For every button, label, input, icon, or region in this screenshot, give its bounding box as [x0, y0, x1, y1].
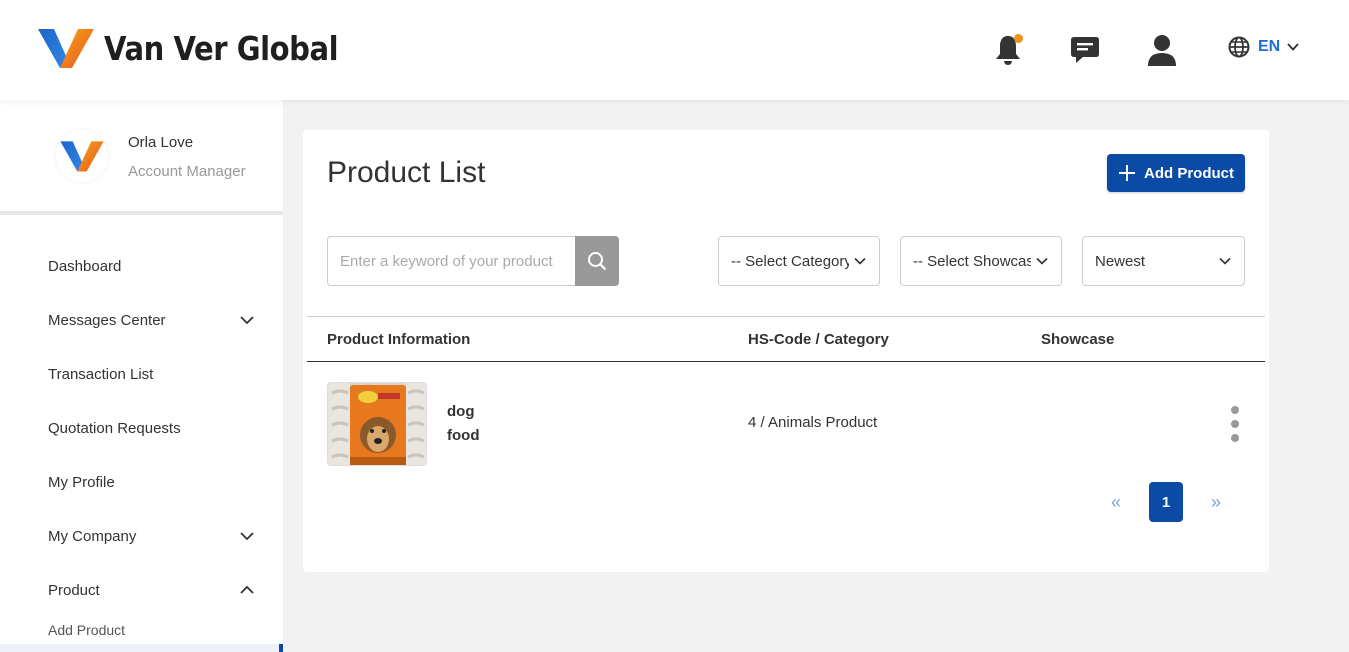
product-thumbnail[interactable]	[327, 382, 427, 466]
sidebar-subitem-add-product[interactable]: Add Product	[0, 617, 283, 643]
sidebar-item-label: My Company	[48, 527, 137, 545]
showcase-select-value: -- Select Showcase	[913, 252, 1031, 270]
category-select[interactable]: -- Select Category	[718, 236, 880, 286]
search-button[interactable]	[575, 236, 619, 286]
chevron-down-icon	[1036, 257, 1048, 265]
product-name-line: dog	[447, 403, 475, 420]
sidebar-item-label: My Profile	[48, 473, 115, 491]
add-product-button[interactable]: Add Product	[1107, 154, 1245, 192]
sort-select[interactable]: Newest	[1082, 236, 1245, 286]
notifications-button[interactable]	[990, 30, 1026, 70]
sidebar-item-label: Messages Center	[48, 311, 166, 329]
kebab-dot	[1231, 406, 1239, 414]
chevron-down-icon	[1219, 257, 1231, 265]
messages-button[interactable]	[1067, 30, 1103, 70]
sidebar-item-transaction-list[interactable]: Transaction List	[0, 347, 283, 401]
account-button[interactable]	[1144, 30, 1180, 70]
pagination-page-current[interactable]: 1	[1149, 482, 1183, 522]
search-input[interactable]	[327, 236, 575, 286]
chevron-down-icon	[854, 257, 866, 265]
sidebar-item-my-company[interactable]: My Company	[0, 509, 283, 563]
chevron-down-icon	[240, 316, 254, 325]
globe-icon	[1228, 36, 1250, 58]
sidebar-item-label: Dashboard	[48, 257, 122, 275]
sidebar-item-my-profile[interactable]: My Profile	[0, 455, 283, 509]
table-row: dog food 4 / Animals Product	[327, 382, 1245, 466]
brand-name: Van Ver Global	[104, 28, 339, 68]
product-name-line: food	[447, 427, 480, 444]
column-header-product-information: Product Information	[327, 331, 471, 348]
search-icon	[588, 252, 607, 271]
plus-icon	[1119, 165, 1135, 181]
sidebar-subitem-active[interactable]	[0, 644, 283, 652]
sidebar-item-product[interactable]: Product	[0, 563, 283, 617]
search-bar	[327, 236, 619, 286]
add-product-label: Add Product	[1144, 164, 1234, 182]
chat-icon	[1071, 37, 1099, 63]
column-header-hs-code-category: HS-Code / Category	[748, 331, 889, 348]
sort-select-value: Newest	[1095, 252, 1146, 270]
product-category: 4 / Animals Product	[748, 414, 878, 431]
sidebar-item-quotation-requests[interactable]: Quotation Requests	[0, 401, 283, 455]
kebab-dot	[1231, 434, 1239, 442]
chevron-up-icon	[240, 585, 254, 594]
showcase-select[interactable]: -- Select Showcase	[900, 236, 1062, 286]
column-header-showcase: Showcase	[1041, 331, 1115, 348]
sidebar: Orla Love Account Manager Dashboard Mess…	[0, 100, 283, 652]
kebab-dot	[1231, 420, 1239, 428]
user-role: Account Manager	[128, 163, 246, 180]
profile-card: Orla Love Account Manager	[0, 100, 283, 215]
page-title: Product List	[327, 156, 486, 189]
sidebar-nav: Dashboard Messages Center Transaction Li…	[0, 239, 283, 643]
sidebar-item-messages-center[interactable]: Messages Center	[0, 293, 283, 347]
brand[interactable]: Van Ver Global	[38, 26, 370, 70]
row-actions-button[interactable]	[1227, 406, 1243, 442]
language-code: EN	[1258, 38, 1281, 55]
top-header: Van Ver Global EN	[0, 0, 1349, 100]
pagination-next[interactable]: »	[1211, 492, 1221, 513]
sidebar-item-label: Quotation Requests	[48, 419, 181, 437]
sidebar-item-label: Product	[48, 581, 100, 599]
language-selector[interactable]: EN	[1228, 36, 1300, 58]
chevron-down-icon	[1287, 43, 1299, 51]
sidebar-item-label: Transaction List	[48, 365, 154, 383]
user-name: Orla Love	[128, 134, 194, 151]
dog-food-bag-image	[328, 383, 426, 465]
avatar[interactable]	[56, 130, 108, 182]
category-select-value: -- Select Category	[731, 252, 849, 270]
brand-logo-icon	[38, 29, 94, 68]
sidebar-item-dashboard[interactable]: Dashboard	[0, 239, 283, 293]
user-icon	[1148, 35, 1176, 66]
chevron-down-icon	[240, 532, 254, 541]
product-name[interactable]: dog food	[447, 400, 507, 448]
company-logo-icon	[60, 141, 104, 172]
notification-dot	[1014, 34, 1023, 43]
pagination-prev[interactable]: «	[1111, 492, 1121, 513]
product-list-card: Product List Add Product -- Select Categ…	[303, 130, 1269, 572]
table-header: Product Information HS-Code / Category S…	[307, 316, 1265, 362]
pagination: « 1 »	[1103, 482, 1233, 522]
